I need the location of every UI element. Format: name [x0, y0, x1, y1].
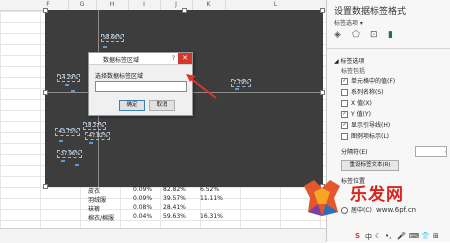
column-header-l[interactable]: L — [225, 0, 327, 10]
label-options-section[interactable]: ◢ 标签选项 — [334, 56, 365, 65]
toolbox-icon[interactable]: ⊞ — [433, 232, 439, 240]
checkbox-y-value[interactable]: ✓ Y 值(Y) — [341, 109, 371, 118]
ime-s-icon[interactable]: S — [355, 232, 360, 240]
column-header-j[interactable]: J — [160, 0, 193, 10]
annotation-arrow-icon — [186, 74, 217, 99]
range-input[interactable] — [95, 81, 187, 92]
size-icon[interactable]: ⊡ — [370, 30, 378, 40]
help-icon[interactable]: ? — [172, 55, 175, 62]
data-point[interactable] — [65, 84, 69, 86]
data-label[interactable]: 58.66% — [101, 34, 125, 42]
column-header-k[interactable]: K — [192, 0, 226, 10]
checkbox-icon — [341, 133, 348, 140]
column-header-f[interactable]: F — [28, 0, 69, 10]
chart-resize-handle-bl[interactable] — [43, 184, 48, 189]
table-cell[interactable]: 袜裤 — [88, 204, 100, 213]
pane-divider — [327, 48, 450, 49]
data-label[interactable]: 14.29% — [57, 74, 81, 82]
column-header-g[interactable]: G — [68, 0, 97, 10]
table-cell[interactable]: 0.09% — [133, 186, 152, 193]
chart-resize-handle-t[interactable] — [182, 8, 187, 13]
table-cell[interactable]: 59.63% — [163, 213, 186, 220]
system-tray: S 中 ☾ •, 🎤 ⌨ 👕 ⊞ — [355, 232, 450, 242]
data-label[interactable]: -43.75% — [55, 128, 80, 136]
close-button[interactable]: ✕ — [178, 53, 192, 64]
checkbox-legend-key[interactable]: 图例项标示(L) — [341, 131, 389, 140]
checkbox-show-leader-lines[interactable]: ✓ 显示引导线(H) — [341, 120, 390, 129]
pane-category-icons: ◈ ⬠ ⊡ ▮ — [334, 30, 448, 44]
watermark: 乐发网 www.6pf.cn — [300, 178, 448, 218]
table-cell[interactable]: 0.08% — [133, 204, 152, 211]
separator-label: 分隔符(E) — [341, 149, 368, 156]
keyboard-icon[interactable]: ⌨ — [409, 232, 419, 240]
table-cell[interactable]: 28.41% — [163, 204, 186, 211]
dialog-prompt: 选择数据标签区域 — [95, 73, 144, 80]
table-row[interactable]: 棉衣/棉服 0.04% 59.63% 16.31% — [88, 213, 328, 222]
data-label[interactable]: -47.82% — [85, 132, 110, 140]
label-options-dropdown[interactable]: 标签选项 ▾ — [334, 18, 363, 27]
table-cell[interactable]: 16.31% — [200, 213, 223, 220]
chart-resize-handle-r[interactable] — [320, 90, 325, 95]
punctuation-icon[interactable]: •, — [385, 232, 391, 240]
data-point[interactable] — [89, 142, 93, 144]
data-point[interactable] — [71, 90, 75, 92]
bar-chart-icon[interactable]: ▮ — [388, 30, 393, 40]
separator-select[interactable]: , — [415, 146, 447, 157]
table-cell[interactable]: 6.52% — [200, 186, 219, 193]
table-cell[interactable]: 皮衣 — [88, 186, 100, 195]
table-row[interactable]: 羽绒服 0.09% 39.57% 11.11% — [88, 195, 328, 204]
table-cell[interactable]: 0.04% — [133, 213, 152, 220]
table-cell[interactable]: 0.09% — [133, 195, 152, 202]
reset-label-text-button[interactable]: 重设标签文本(R) — [341, 160, 399, 171]
table-cell[interactable]: 11.11% — [200, 195, 223, 202]
chart-resize-handle-tr[interactable] — [320, 8, 325, 13]
table-cell[interactable]: 39.57% — [163, 195, 186, 202]
watermark-url: www.6pf.cn — [376, 206, 417, 214]
data-point[interactable] — [103, 46, 107, 48]
pentagon-icon[interactable]: ⬠ — [352, 30, 360, 40]
data-label[interactable]: 7.79% — [231, 79, 251, 87]
label-contains-heading: 标签包括 — [341, 68, 366, 75]
checkbox-checked-icon: ✓ — [341, 111, 348, 118]
watermark-brand: 乐发网 — [350, 185, 404, 205]
checkbox-series-name[interactable]: 系列名称(S) — [341, 87, 384, 96]
table-cell[interactable]: 棉衣/棉服 — [88, 213, 114, 222]
dialog-title: 数据标签区域 — [103, 57, 140, 64]
cancel-button[interactable]: 取消 — [149, 100, 175, 111]
checkbox-x-value[interactable]: X 值(X) — [341, 98, 372, 107]
chart-resize-handle-l[interactable] — [43, 90, 48, 95]
sheet-tabs-bar — [0, 228, 326, 243]
checkbox-icon — [341, 100, 348, 107]
bull-logo-icon — [304, 180, 340, 216]
checkbox-value-from-cells[interactable]: ✓ 单元格中的值(F) — [341, 76, 395, 85]
column-header-h[interactable]: H — [96, 0, 129, 10]
column-header-i[interactable]: I — [128, 0, 161, 10]
data-label-range-dialog: 数据标签区域 ? ✕ 选择数据标签区域 确定 取消 — [88, 52, 193, 116]
table-cell[interactable]: 82.82% — [163, 186, 186, 193]
table-row[interactable]: 袜裤 0.08% 28.41% — [88, 204, 328, 213]
chart-resize-handle-tl[interactable] — [43, 8, 48, 13]
data-point[interactable] — [75, 164, 79, 166]
pane-title: 设置数据标签格式 — [334, 7, 407, 17]
checkbox-checked-icon: ✓ — [341, 78, 348, 85]
data-point[interactable] — [61, 160, 65, 162]
dialog-title-bar[interactable]: 数据标签区域 ? ✕ — [89, 53, 192, 65]
checkbox-icon — [341, 89, 348, 96]
data-label[interactable]: 18.27% — [83, 122, 107, 130]
data-point[interactable] — [59, 140, 63, 142]
ime-chinese-icon[interactable]: 中 — [365, 232, 372, 242]
table-cell[interactable]: 羽绒服 — [88, 195, 106, 204]
checkbox-checked-icon: ✓ — [341, 122, 348, 129]
skin-icon[interactable]: 👕 — [421, 232, 430, 240]
moon-icon[interactable]: ☾ — [375, 232, 381, 240]
data-label[interactable]: -37.96% — [57, 150, 82, 158]
table-row[interactable]: 皮衣 0.09% 82.82% 6.52% — [88, 186, 328, 195]
microphone-icon[interactable]: 🎤 — [397, 232, 406, 240]
fill-icon[interactable]: ◈ — [334, 30, 341, 40]
ok-button[interactable]: 确定 — [119, 100, 145, 111]
data-point[interactable] — [235, 88, 239, 90]
